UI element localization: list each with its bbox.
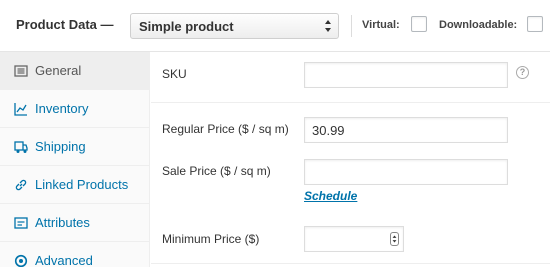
truck-icon (14, 141, 28, 153)
section-divider (151, 102, 550, 103)
tab-shipping[interactable]: Shipping (0, 128, 150, 166)
virtual-checkbox[interactable] (411, 16, 427, 32)
regular-price-label: Regular Price ($ / sq m) (162, 122, 289, 136)
number-spinner-icon[interactable] (390, 232, 399, 246)
tab-shipping-label: Shipping (35, 139, 86, 154)
select-arrows-icon (325, 20, 331, 32)
product-data-tabs: General Inventory Shipping Linked Produc… (0, 52, 150, 267)
tab-advanced[interactable]: Advanced (0, 242, 150, 267)
help-icon[interactable]: ? (516, 66, 529, 79)
header-title: Product Data — (16, 17, 114, 32)
sale-price-label: Sale Price ($ / sq m) (162, 164, 271, 178)
downloadable-checkbox[interactable] (527, 16, 543, 32)
section-divider-bottom (151, 263, 550, 264)
link-icon (15, 179, 27, 191)
header-separator (351, 15, 352, 37)
schedule-link[interactable]: Schedule (304, 189, 357, 203)
tab-linked-products-label: Linked Products (35, 177, 129, 192)
sku-input[interactable] (304, 62, 508, 88)
tab-advanced-label: Advanced (35, 253, 93, 267)
chart-icon (14, 103, 27, 116)
tab-general[interactable]: General (0, 52, 150, 90)
tab-linked-products[interactable]: Linked Products (0, 166, 150, 204)
virtual-label: Virtual: (362, 19, 400, 31)
product-type-select[interactable]: Simple product (130, 13, 339, 39)
minimum-price-input[interactable] (304, 226, 404, 252)
grid-icon (14, 65, 28, 77)
product-data-header: Product Data — Simple product Virtual: D… (0, 0, 550, 52)
tab-inventory-label: Inventory (35, 101, 89, 116)
tab-inventory[interactable]: Inventory (0, 90, 150, 128)
product-type-value: Simple product (139, 19, 234, 34)
regular-price-input[interactable] (304, 117, 508, 143)
list-icon (14, 217, 28, 229)
downloadable-label: Downloadable: (439, 19, 518, 31)
sku-label: SKU (162, 67, 187, 81)
tab-attributes-label: Attributes (35, 215, 90, 230)
tab-general-label: General (35, 63, 82, 78)
tab-attributes[interactable]: Attributes (0, 204, 150, 242)
minimum-price-label: Minimum Price ($) (162, 232, 260, 246)
gear-icon (14, 254, 28, 267)
sale-price-input[interactable] (304, 159, 508, 185)
